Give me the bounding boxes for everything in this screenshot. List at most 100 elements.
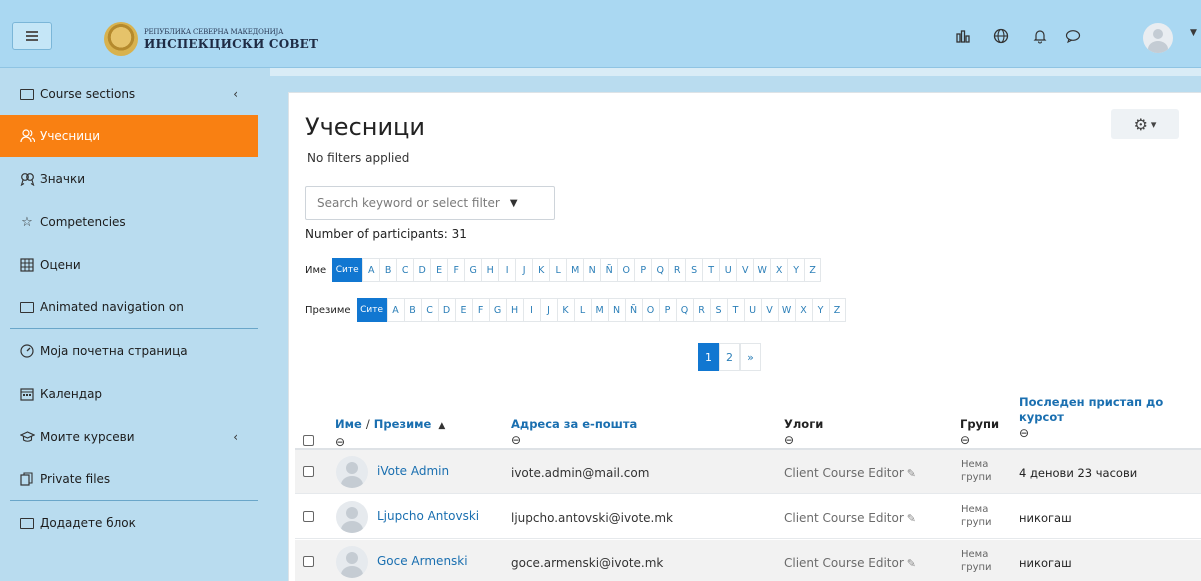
initial-letter-button[interactable]: O (617, 258, 635, 282)
page-1-button[interactable]: 1 (698, 343, 719, 371)
initial-letter-button[interactable]: V (736, 258, 754, 282)
row-checkbox[interactable] (303, 511, 314, 522)
initial-letter-button[interactable]: T (726, 298, 744, 322)
participant-name-link[interactable]: iVote Admin (377, 464, 449, 478)
participant-name-link[interactable]: Goce Armenski (377, 554, 468, 568)
sidebar-item-private-files[interactable]: Private files (0, 458, 258, 500)
sidebar-item-add-block[interactable]: Додадете блок (0, 502, 258, 544)
initial-letter-button[interactable]: K (556, 298, 574, 322)
page-2-button[interactable]: 2 (719, 343, 740, 371)
initial-letter-button[interactable]: N (583, 258, 601, 282)
messages-icon[interactable] (1065, 28, 1081, 44)
notifications-icon[interactable] (1032, 28, 1048, 44)
initial-letter-button[interactable]: X (770, 258, 788, 282)
participant-name-link[interactable]: Ljupcho Antovski (377, 509, 479, 523)
row-checkbox[interactable] (303, 466, 314, 477)
initial-letter-button[interactable]: C (420, 298, 438, 322)
initial-all-button[interactable]: Сите (356, 298, 387, 322)
initial-letter-button[interactable]: M (566, 258, 584, 282)
initial-letter-button[interactable]: I (522, 298, 540, 322)
sidebar-item-course-sections[interactable]: Course sections ‹ (0, 73, 258, 115)
initial-letter-button[interactable]: Y (811, 298, 829, 322)
menu-toggle-button[interactable] (12, 22, 52, 50)
chevron-left-icon[interactable]: ‹ (233, 430, 238, 444)
initial-letter-button[interactable]: Y (787, 258, 805, 282)
initial-letter-button[interactable]: S (685, 258, 703, 282)
initial-letter-button[interactable]: H (481, 258, 499, 282)
edit-role-icon[interactable]: ✎ (907, 512, 916, 525)
collapse-column-icon[interactable]: ⊖ (511, 433, 637, 448)
sidebar-item-my-courses[interactable]: Моите курсеви ‹ (0, 416, 258, 458)
initial-letter-button[interactable]: P (634, 258, 652, 282)
initial-letter-button[interactable]: E (430, 258, 448, 282)
initial-letter-button[interactable]: D (437, 298, 455, 322)
sidebar-item-grades[interactable]: Оцени (0, 244, 258, 286)
reports-icon[interactable] (955, 28, 971, 44)
caret-down-icon[interactable]: ▼ (1190, 28, 1197, 38)
initial-letter-button[interactable]: R (668, 258, 686, 282)
initial-letter-button[interactable]: P (658, 298, 676, 322)
sidebar-item-badges[interactable]: Значки (0, 158, 258, 200)
initial-letter-button[interactable]: L (549, 258, 567, 282)
user-avatar[interactable] (1143, 23, 1173, 53)
initial-letter-button[interactable]: A (362, 258, 380, 282)
initial-letter-button[interactable]: F (447, 258, 465, 282)
initial-letter-button[interactable]: X (794, 298, 812, 322)
initial-letter-button[interactable]: W (777, 298, 795, 322)
select-all-checkbox[interactable] (303, 435, 314, 446)
sort-lastname-link[interactable]: Презиме (374, 417, 432, 431)
chevron-left-icon[interactable]: ‹ (233, 87, 238, 101)
initial-letter-button[interactable]: L (573, 298, 591, 322)
site-logo[interactable]: РЕПУБЛИКА СЕВЕРНА МАКЕДОНИЈА ИНСПЕКЦИСКИ… (104, 22, 318, 56)
initial-letter-button[interactable]: H (505, 298, 523, 322)
sidebar-item-participants[interactable]: Учесници (0, 115, 258, 157)
avatar[interactable] (336, 501, 368, 533)
initial-letter-button[interactable]: Z (828, 298, 846, 322)
initial-letter-button[interactable]: S (709, 298, 727, 322)
initial-letter-button[interactable]: R (692, 298, 710, 322)
initial-letter-button[interactable]: Z (804, 258, 822, 282)
settings-menu-button[interactable]: ⚙ ▾ (1111, 109, 1179, 139)
initial-letter-button[interactable]: C (396, 258, 414, 282)
sort-last-access-link[interactable]: Последен пристап до (1019, 395, 1163, 409)
initial-letter-button[interactable]: G (488, 298, 506, 322)
initial-letter-button[interactable]: V (760, 298, 778, 322)
initial-letter-button[interactable]: U (743, 298, 761, 322)
avatar[interactable] (336, 546, 368, 578)
initial-letter-button[interactable]: B (379, 258, 397, 282)
row-checkbox[interactable] (303, 556, 314, 567)
initial-letter-button[interactable]: O (641, 298, 659, 322)
edit-role-icon[interactable]: ✎ (907, 557, 916, 570)
initial-letter-button[interactable]: B (403, 298, 421, 322)
sidebar-item-dashboard[interactable]: Моја почетна страница (0, 330, 258, 372)
sidebar-item-competencies[interactable]: ☆ Competencies (0, 201, 258, 243)
sort-firstname-link[interactable]: Име (335, 417, 362, 431)
initial-letter-button[interactable]: D (413, 258, 431, 282)
initial-letter-button[interactable]: A (386, 298, 404, 322)
initial-all-button[interactable]: Сите (332, 258, 363, 282)
initial-letter-button[interactable]: E (454, 298, 472, 322)
initial-letter-button[interactable]: U (719, 258, 737, 282)
initial-letter-button[interactable]: N (607, 298, 625, 322)
initial-letter-button[interactable]: Q (675, 298, 693, 322)
sidebar-item-calendar[interactable]: Календар (0, 373, 258, 415)
next-page-button[interactable]: » (740, 343, 761, 371)
initial-letter-button[interactable]: Ñ (600, 258, 618, 282)
initial-letter-button[interactable]: J (539, 298, 557, 322)
initial-letter-button[interactable]: G (464, 258, 482, 282)
initial-letter-button[interactable]: Q (651, 258, 669, 282)
collapse-column-icon[interactable]: ⊖ (960, 433, 999, 448)
collapse-column-icon[interactable]: ⊖ (784, 433, 823, 448)
initial-letter-button[interactable]: I (498, 258, 516, 282)
sidebar-item-animated-navigation[interactable]: Animated navigation on (0, 286, 258, 328)
initial-letter-button[interactable]: M (590, 298, 608, 322)
initial-letter-button[interactable]: Ñ (624, 298, 642, 322)
edit-role-icon[interactable]: ✎ (907, 467, 916, 480)
sort-email-link[interactable]: Адреса за е-пошта (511, 417, 637, 431)
initial-letter-button[interactable]: K (532, 258, 550, 282)
sort-last-access-link-line2[interactable]: курсот (1019, 410, 1064, 424)
search-filter-select[interactable]: Search keyword or select filter ▼ (305, 186, 555, 220)
initial-letter-button[interactable]: F (471, 298, 489, 322)
avatar[interactable] (336, 456, 368, 488)
language-icon[interactable] (993, 28, 1009, 44)
